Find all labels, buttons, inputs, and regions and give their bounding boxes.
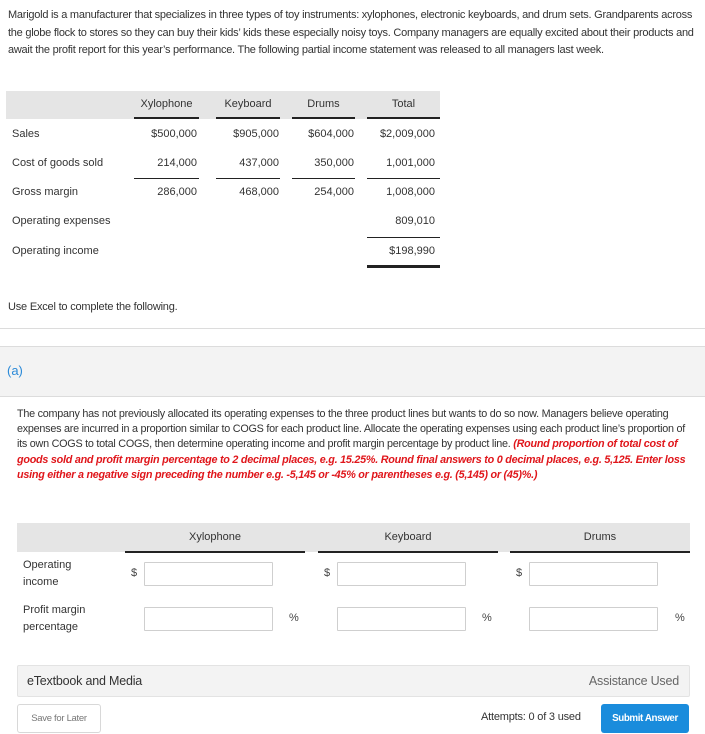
cell-sales-total: $2,009,000	[379, 128, 435, 140]
column-header-drums: Drums	[292, 91, 355, 119]
excel-note: Use Excel to complete the following.	[8, 301, 178, 313]
profit-margin-xylophone-input[interactable]	[144, 607, 273, 631]
cell-gm-keyboard: 468,000	[239, 186, 279, 198]
column-header-total: Total	[367, 91, 440, 119]
answer-column-keyboard: Keyboard	[318, 523, 498, 553]
part-label: (a)	[7, 363, 23, 378]
cell-sales-xylophone: $500,000	[151, 128, 197, 140]
operating-income-drums-input[interactable]	[529, 562, 658, 586]
submit-answer-button[interactable]: Submit Answer	[601, 704, 689, 733]
cell-sales-keyboard: $905,000	[233, 128, 279, 140]
answer-row-label-profit-margin: Profit margin percentage	[23, 602, 85, 636]
etextbook-and-media-bar[interactable]: eTextbook and Media Assistance Used	[17, 665, 690, 697]
underline	[216, 178, 280, 179]
underline	[134, 178, 199, 179]
profit-margin-drums-input[interactable]	[529, 607, 658, 631]
answer-column-drums: Drums	[510, 523, 690, 553]
row-label-operating-income: Operating income	[12, 245, 99, 257]
attempts-counter: Attempts: 0 of 3 used	[481, 711, 581, 723]
cell-gm-xylophone: 286,000	[157, 186, 197, 198]
label-line: Profit margin	[23, 604, 86, 616]
cell-cogs-total: 1,001,000	[386, 157, 435, 169]
cell-sales-drums: $604,000	[308, 128, 354, 140]
answer-column-xylophone: Xylophone	[125, 523, 305, 553]
dollar-sign: $	[131, 567, 138, 579]
underline	[292, 178, 355, 179]
assistance-used-label: Assistance Used	[588, 674, 679, 688]
double-underline	[367, 265, 440, 268]
operating-income-xylophone-input[interactable]	[144, 562, 273, 586]
profit-margin-keyboard-input[interactable]	[337, 607, 466, 631]
percent-sign: %	[482, 612, 492, 624]
column-header-keyboard: Keyboard	[216, 91, 280, 119]
underline	[367, 178, 440, 179]
cell-gm-drums: 254,000	[314, 186, 354, 198]
part-header: (a)	[0, 346, 705, 397]
percent-sign: %	[675, 612, 685, 624]
label-line: income	[23, 576, 59, 588]
divider	[0, 328, 705, 329]
question-text: The company has not previously allocated…	[17, 407, 687, 483]
label-line: Operating	[23, 559, 72, 571]
etextbook-link[interactable]: eTextbook and Media	[27, 674, 142, 688]
label-line: percentage	[23, 621, 79, 633]
column-header-xylophone: Xylophone	[134, 91, 199, 119]
row-label-sales: Sales	[12, 128, 40, 140]
problem-intro: Marigold is a manufacturer that speciali…	[8, 9, 694, 56]
cell-cogs-xylophone: 214,000	[157, 157, 197, 169]
save-for-later-button[interactable]: Save for Later	[17, 704, 101, 733]
cell-cogs-keyboard: 437,000	[239, 157, 279, 169]
dollar-sign: $	[516, 567, 523, 579]
cell-opex-total: 809,010	[395, 215, 435, 227]
cell-opinc-total: $198,990	[389, 245, 435, 257]
answer-row-label-operating-income: Operating income	[23, 557, 71, 591]
row-label-gross-margin: Gross margin	[12, 186, 79, 198]
percent-sign: %	[289, 612, 299, 624]
dollar-sign: $	[324, 567, 331, 579]
operating-income-keyboard-input[interactable]	[337, 562, 466, 586]
cell-gm-total: 1,008,000	[386, 186, 435, 198]
underline	[367, 237, 440, 238]
row-label-cogs: Cost of goods sold	[12, 157, 104, 169]
row-label-operating-expenses: Operating expenses	[12, 215, 111, 227]
cell-cogs-drums: 350,000	[314, 157, 354, 169]
